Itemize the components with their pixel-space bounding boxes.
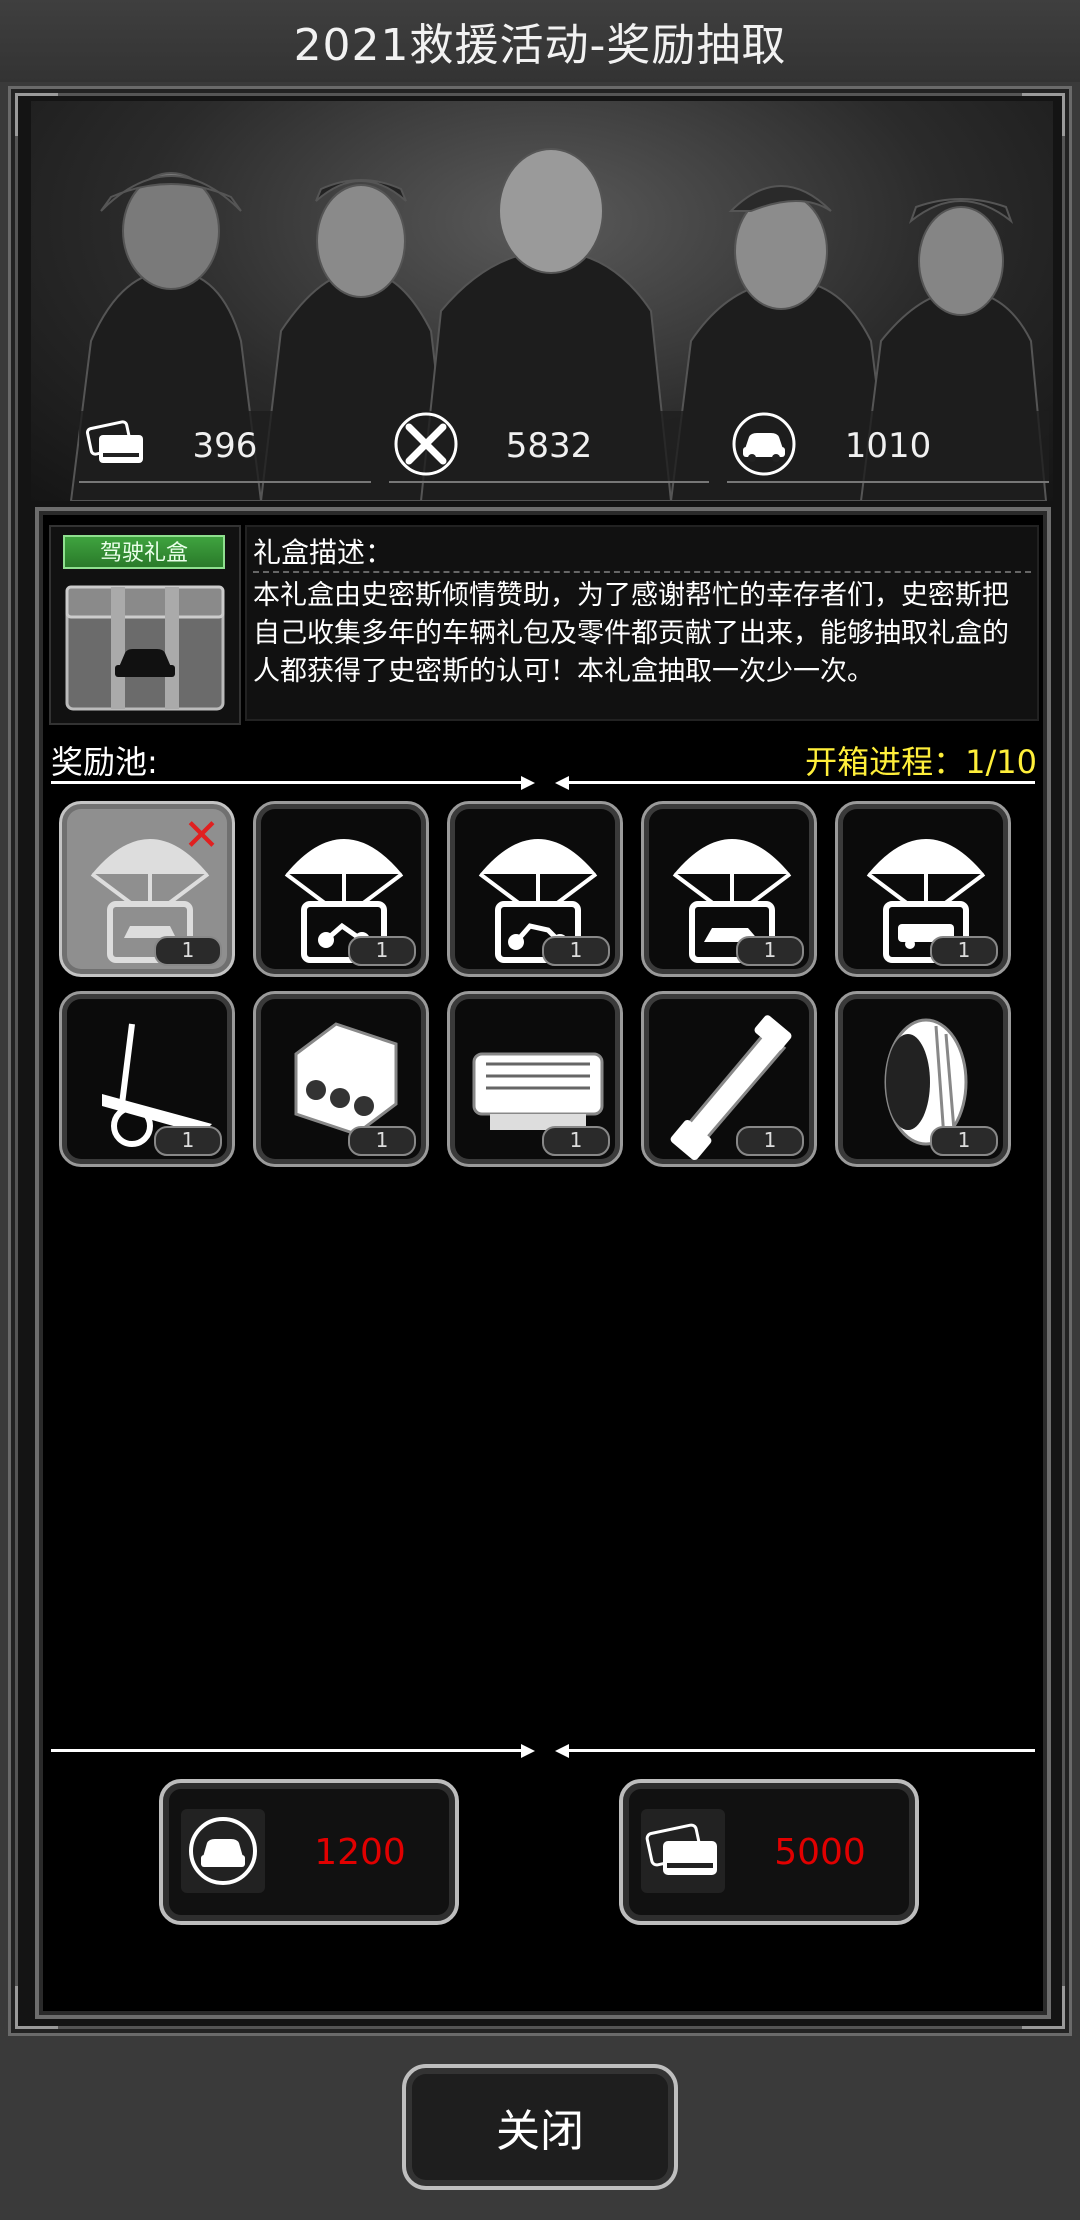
reward-item[interactable]: 1 xyxy=(253,801,429,977)
divider-line xyxy=(569,1749,1035,1752)
crossed-swords-icon xyxy=(394,412,458,476)
item-count: 1 xyxy=(736,1126,804,1156)
divider-arrow xyxy=(521,1744,535,1758)
item-count: 1 xyxy=(348,936,416,966)
item-count: 1 xyxy=(930,936,998,966)
car-token-icon xyxy=(732,412,796,476)
characters-banner: 396 5832 1010 xyxy=(31,101,1053,501)
reward-item[interactable]: 1 xyxy=(447,991,623,1167)
reward-item[interactable]: 1 xyxy=(835,991,1011,1167)
ticket-card-icon xyxy=(641,1809,725,1893)
item-count: 1 xyxy=(348,1126,416,1156)
car-token-icon xyxy=(181,1809,265,1893)
reward-pool-label: 奖励池: xyxy=(51,743,158,781)
divider-line xyxy=(51,781,521,784)
reward-item[interactable]: 1 xyxy=(253,991,429,1167)
description-body: 本礼盒由史密斯倾情赞助，为了感谢帮忙的幸存者们，史密斯把自己收集多年的车辆礼包及… xyxy=(253,580,1009,687)
event-frame: 396 5832 1010 驾驶礼盒 礼盒描述： 本礼盒由史密斯倾情赞助，为了感… xyxy=(8,86,1072,2036)
divider-arrow xyxy=(555,1744,569,1758)
reward-item[interactable]: 1 xyxy=(835,801,1011,977)
open-progress: 开箱进程：1/10 xyxy=(805,743,1037,781)
reward-item[interactable]: 1 xyxy=(641,991,817,1167)
price-label: 5000 xyxy=(774,1831,866,1873)
gift-description: 礼盒描述： 本礼盒由史密斯倾情赞助，为了感谢帮忙的幸存者们，史密斯把自己收集多年… xyxy=(245,525,1039,721)
divider-line xyxy=(51,1749,521,1752)
reward-panel: 驾驶礼盒 礼盒描述： 本礼盒由史密斯倾情赞助，为了感谢帮忙的幸存者们，史密斯把自… xyxy=(35,507,1051,2019)
reward-item[interactable]: ✕ 1 xyxy=(59,801,235,977)
reward-item[interactable]: 1 xyxy=(641,801,817,977)
divider-line xyxy=(569,781,1035,784)
item-count: 1 xyxy=(930,1126,998,1156)
description-title: 礼盒描述： xyxy=(253,531,1031,573)
item-count: 1 xyxy=(154,1126,222,1156)
reward-item[interactable]: 1 xyxy=(447,801,623,977)
draw-with-tickets-button[interactable]: 5000 xyxy=(619,1779,919,1925)
gift-box: 驾驶礼盒 xyxy=(49,525,241,725)
reward-item[interactable]: 1 xyxy=(59,991,235,1167)
stat-car-tokens: 1010 xyxy=(727,411,1049,483)
item-count: 1 xyxy=(542,1126,610,1156)
price-label: 1200 xyxy=(314,1831,406,1873)
close-button[interactable]: 关闭 xyxy=(402,2064,678,2190)
claimed-x-icon: ✕ xyxy=(183,810,220,861)
item-count: 1 xyxy=(154,936,222,966)
stat-tickets: 396 xyxy=(79,411,371,483)
item-count: 1 xyxy=(542,936,610,966)
item-count: 1 xyxy=(736,936,804,966)
divider-arrow xyxy=(521,776,535,790)
draw-with-car-tokens-button[interactable]: 1200 xyxy=(159,1779,459,1925)
window-title: 2021救援活动-奖励抽取 xyxy=(0,0,1080,82)
gift-tag: 驾驶礼盒 xyxy=(63,535,225,569)
ticket-card-icon xyxy=(85,420,143,463)
stat-combat: 5832 xyxy=(389,411,709,483)
resource-stats: 396 5832 1010 xyxy=(79,411,1049,485)
divider-arrow xyxy=(555,776,569,790)
